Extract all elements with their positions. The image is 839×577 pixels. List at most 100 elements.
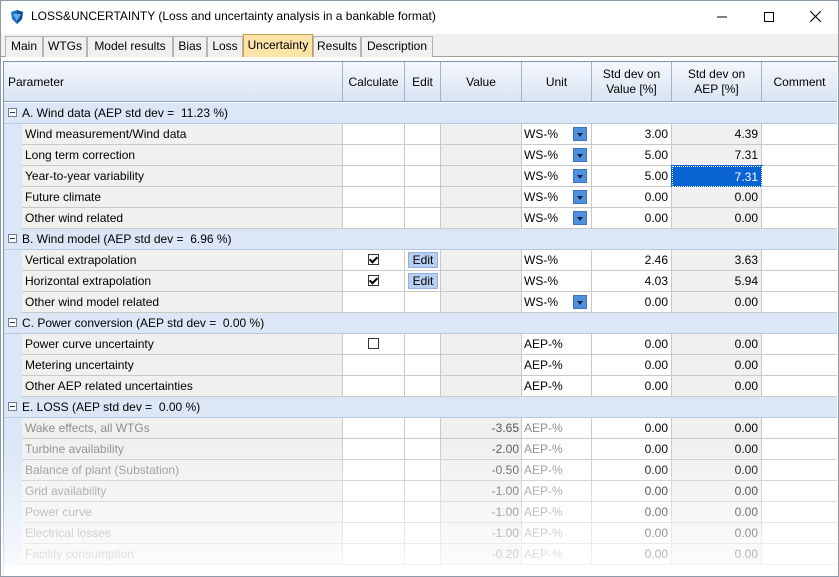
comment-cell[interactable]: [762, 187, 837, 208]
comment-cell[interactable]: [762, 418, 837, 439]
table-row[interactable]: Year-to-year variability WS-% 5.00 7.31: [4, 165, 837, 188]
calculate-cell[interactable]: [343, 418, 405, 439]
close-button[interactable]: [792, 1, 838, 32]
tab-loss[interactable]: Loss: [207, 36, 243, 57]
std-dev-aep-cell[interactable]: 7.31: [672, 145, 762, 166]
table-row[interactable]: Other wind related WS-% 0.00 0.00: [4, 208, 837, 229]
unit-cell[interactable]: AEP-%: [522, 439, 592, 460]
calculate-cell[interactable]: [343, 460, 405, 481]
std-dev-aep-cell[interactable]: 0.00: [672, 292, 762, 313]
std-dev-aep-cell[interactable]: 0.00: [672, 208, 762, 229]
tab-main[interactable]: Main: [5, 36, 43, 57]
table-row[interactable]: Long term correction WS-% 5.00 7.31: [4, 145, 837, 166]
unit-cell[interactable]: WS-%: [522, 187, 592, 208]
unit-dropdown-chevron-icon[interactable]: [573, 127, 587, 141]
calculate-cell[interactable]: [343, 187, 405, 208]
tab-bias[interactable]: Bias: [173, 36, 207, 57]
calculate-cell[interactable]: [343, 502, 405, 523]
std-dev-aep-cell[interactable]: 0.00: [672, 439, 762, 460]
edit-cell[interactable]: [405, 355, 441, 376]
comment-cell[interactable]: [762, 460, 837, 481]
edit-cell[interactable]: Edit: [405, 271, 441, 292]
value-cell[interactable]: -3.65: [441, 418, 522, 439]
calculate-cell[interactable]: [343, 292, 405, 313]
comment-cell[interactable]: [762, 355, 837, 376]
unit-cell[interactable]: WS-%: [522, 166, 592, 187]
comment-cell[interactable]: [762, 481, 837, 502]
std-dev-aep-cell[interactable]: 0.00: [672, 418, 762, 439]
edit-cell[interactable]: [405, 145, 441, 166]
collapse-icon[interactable]: [8, 318, 17, 327]
group-header-row[interactable]: A. Wind data (AEP std dev = 11.23 %): [4, 103, 837, 124]
comment-cell[interactable]: [762, 523, 837, 544]
tab-model-results[interactable]: Model results: [87, 36, 173, 57]
comment-cell[interactable]: [762, 376, 837, 397]
unit-dropdown-chevron-icon[interactable]: [573, 190, 587, 204]
tab-description[interactable]: Description: [361, 36, 433, 57]
std-dev-value-cell[interactable]: 0.00: [592, 481, 672, 502]
table-row[interactable]: Other AEP related uncertainties AEP-% 0.00…: [4, 376, 837, 397]
std-dev-value-cell[interactable]: 0.00: [592, 376, 672, 397]
std-dev-aep-cell[interactable]: 0.00: [672, 355, 762, 376]
unit-cell[interactable]: AEP-%: [522, 355, 592, 376]
calculate-cell[interactable]: [343, 145, 405, 166]
std-dev-value-cell[interactable]: 0.00: [592, 439, 672, 460]
edit-cell[interactable]: [405, 292, 441, 313]
table-row[interactable]: Turbine availability -2.00 AEP-% 0.00 0.00: [4, 439, 837, 460]
table-row[interactable]: Facility consumption -0.20 AEP-% 0.00 0.00: [4, 544, 837, 565]
std-dev-value-cell[interactable]: 0.00: [592, 418, 672, 439]
value-cell[interactable]: [441, 355, 522, 376]
calculate-checkbox[interactable]: [368, 254, 379, 265]
calculate-cell[interactable]: [343, 208, 405, 229]
calculate-cell[interactable]: [343, 124, 405, 145]
std-dev-value-cell[interactable]: 2.46: [592, 250, 672, 271]
edit-cell[interactable]: Edit: [405, 250, 441, 271]
value-cell[interactable]: -2.00: [441, 439, 522, 460]
edit-cell[interactable]: [405, 187, 441, 208]
std-dev-aep-cell[interactable]: 4.39: [672, 124, 762, 145]
calculate-cell[interactable]: [343, 250, 405, 271]
comment-cell[interactable]: [762, 544, 837, 565]
comment-cell[interactable]: [762, 250, 837, 271]
calculate-cell[interactable]: [343, 439, 405, 460]
edit-button[interactable]: Edit: [408, 252, 438, 268]
column-header-value[interactable]: Value: [441, 62, 522, 102]
value-cell[interactable]: -0.20: [441, 544, 522, 565]
unit-cell[interactable]: AEP-%: [522, 376, 592, 397]
calculate-checkbox[interactable]: [368, 275, 379, 286]
comment-cell[interactable]: [762, 124, 837, 145]
std-dev-value-cell[interactable]: 0.00: [592, 208, 672, 229]
edit-cell[interactable]: [405, 439, 441, 460]
std-dev-aep-cell[interactable]: 0.00: [672, 187, 762, 208]
std-dev-value-cell[interactable]: 0.00: [592, 523, 672, 544]
unit-cell[interactable]: WS-%: [522, 271, 592, 292]
unit-cell[interactable]: WS-%: [522, 292, 592, 313]
table-row[interactable]: Other wind model related WS-% 0.00 0.00: [4, 292, 837, 313]
table-row[interactable]: Wind measurement/Wind data WS-% 3.00 4.39: [4, 124, 837, 145]
collapse-icon[interactable]: [8, 108, 17, 117]
calculate-cell[interactable]: [343, 376, 405, 397]
std-dev-value-cell[interactable]: 5.00: [592, 145, 672, 166]
std-dev-aep-cell[interactable]: 0.00: [672, 460, 762, 481]
std-dev-value-cell[interactable]: 0.00: [592, 187, 672, 208]
table-row[interactable]: Electrical losses -1.00 AEP-% 0.00 0.00: [4, 523, 837, 544]
std-dev-aep-cell[interactable]: 0.00: [672, 376, 762, 397]
edit-cell[interactable]: [405, 481, 441, 502]
unit-cell[interactable]: AEP-%: [522, 544, 592, 565]
comment-cell[interactable]: [762, 166, 837, 187]
comment-cell[interactable]: [762, 502, 837, 523]
column-header-edit[interactable]: Edit: [405, 62, 441, 102]
value-cell[interactable]: -1.00: [441, 502, 522, 523]
edit-cell[interactable]: [405, 208, 441, 229]
minimize-button[interactable]: [699, 1, 745, 32]
std-dev-aep-cell[interactable]: 0.00: [672, 544, 762, 565]
value-cell[interactable]: [441, 292, 522, 313]
unit-cell[interactable]: AEP-%: [522, 523, 592, 544]
std-dev-value-cell[interactable]: 5.00: [592, 166, 672, 187]
std-dev-value-cell[interactable]: 0.00: [592, 334, 672, 355]
edit-cell[interactable]: [405, 124, 441, 145]
comment-cell[interactable]: [762, 271, 837, 292]
value-cell[interactable]: -0.50: [441, 460, 522, 481]
comment-cell[interactable]: [762, 208, 837, 229]
std-dev-aep-cell[interactable]: 7.31: [671, 165, 763, 188]
